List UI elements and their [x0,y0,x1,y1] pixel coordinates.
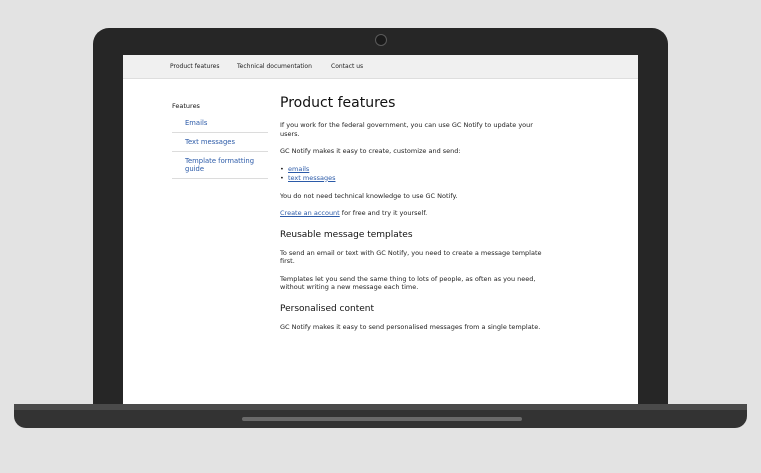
section-title-reusable-templates: Reusable message templates [280,229,413,240]
makes-easy-paragraph: GC Notify makes it easy to create, custo… [280,147,461,155]
text-messages-link[interactable]: text messages [288,174,336,182]
sidebar: Emails Text messages Template formatting… [172,114,268,179]
intro-paragraph: If you work for the federal government, … [280,121,533,138]
section-title-personalised-content: Personalised content [280,303,375,314]
nav-item-contact-us[interactable]: Contact us [331,63,363,70]
section1-paragraph-1: To send an email or text with GC Notify,… [280,248,542,266]
create-account-text: for free and try it yourself. [339,209,428,217]
camera-icon [375,34,387,46]
main-content: Product features If you work for the fed… [280,95,550,340]
bullet-icon: • [280,164,284,173]
create-account-paragraph: Create an account for free and try it yo… [280,209,550,218]
create-account-link[interactable]: Create an account [280,209,340,217]
emails-link[interactable]: emails [288,165,309,173]
laptop-hinge [242,417,522,421]
list-item: • text messages [280,174,550,183]
feature-list: • emails • text messages [280,165,550,183]
section1-paragraph-2: Templates let you send the same thing to… [280,274,536,292]
page-title: Product features [280,95,396,111]
sidebar-item-template-formatting-guide[interactable]: Template formatting guide [172,152,268,179]
list-item: • emails [280,165,550,174]
sidebar-title: Features [172,102,200,110]
sidebar-item-emails[interactable]: Emails [172,114,268,133]
nav-item-product-features[interactable]: Product features [170,63,219,70]
top-navigation: Product features Technical documentation… [123,55,638,79]
section2-paragraph-1: GC Notify makes it easy to send personal… [280,322,541,331]
laptop-base-edge [14,404,747,410]
bullet-icon: • [280,173,284,182]
laptop-screen: Product features Technical documentation… [123,55,638,406]
no-knowledge-paragraph: You do not need technical knowledge to u… [280,191,458,200]
sidebar-item-text-messages[interactable]: Text messages [172,133,268,152]
nav-item-technical-documentation[interactable]: Technical documentation [237,63,312,70]
